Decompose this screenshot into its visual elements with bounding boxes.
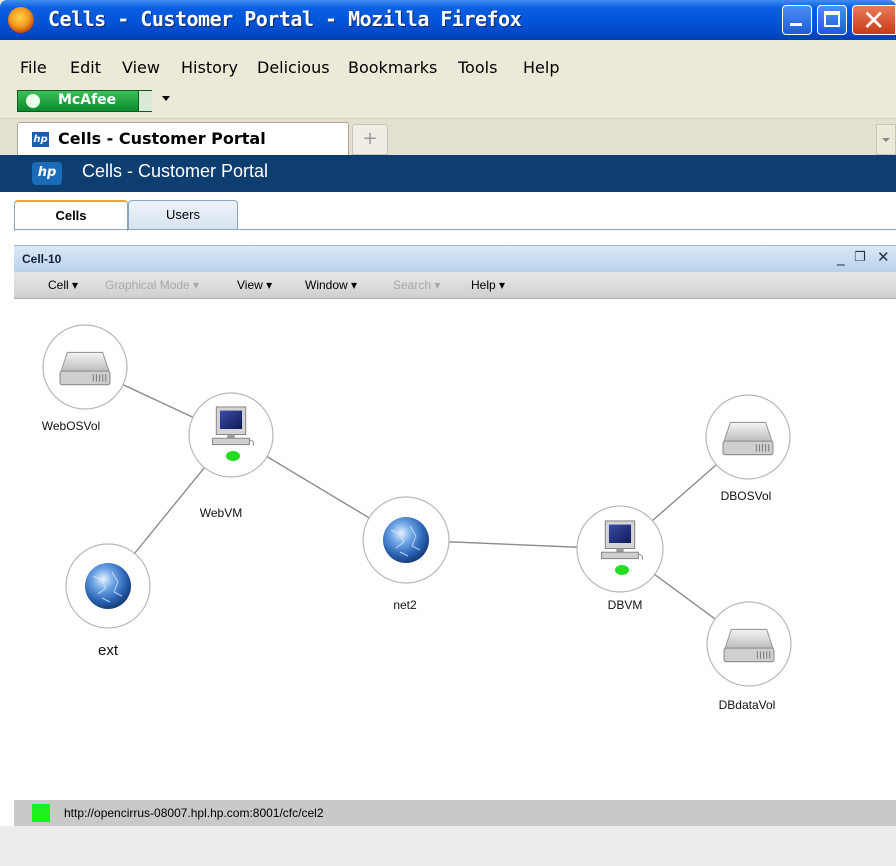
node-label: net2	[393, 598, 417, 612]
node-label: WebOSVol	[42, 419, 100, 433]
menu-tools[interactable]: Tools	[458, 58, 497, 77]
close-icon[interactable]: ✕	[877, 248, 890, 266]
status-bar: http://opencirrus-08007.hpl.hp.com:8001/…	[14, 800, 896, 826]
globe-icon	[84, 562, 132, 610]
node-DBVM[interactable]: DBVM	[576, 505, 664, 612]
menu-view[interactable]: View	[122, 58, 160, 77]
minimize-icon	[790, 23, 802, 26]
node-label: DBdataVol	[719, 698, 776, 712]
tab-users[interactable]: Users	[128, 200, 238, 230]
browser-tab-label: Cells - Customer Portal	[58, 129, 266, 148]
page-content: hp Cells - Customer Portal Cells Users C…	[0, 155, 896, 866]
topology-canvas[interactable]: WebOSVol WebVM ext net2 DBVM DBOSVol DBdataVol	[14, 299, 896, 799]
portal-header: hp Cells - Customer Portal	[0, 155, 896, 192]
menu-file[interactable]: File	[20, 58, 47, 77]
node-WebOSVol[interactable]: WebOSVol	[42, 324, 128, 433]
tab-cells[interactable]: Cells	[14, 200, 128, 231]
bottom-band	[0, 826, 896, 866]
window-title-bar[interactable]: Cells - Customer Portal - Mozilla Firefo…	[0, 0, 896, 40]
menu-delicious[interactable]: Delicious	[257, 58, 330, 77]
topology-graph: WebOSVol WebVM ext net2 DBVM DBOSVol DBdataVol	[42, 324, 792, 712]
node-WebVM[interactable]: WebVM	[188, 392, 274, 520]
chevron-down-icon	[882, 138, 890, 142]
node-ext[interactable]: ext	[65, 543, 151, 659]
tab-list-button[interactable]	[876, 124, 896, 155]
minimize-icon[interactable]: _	[837, 248, 845, 266]
node-label: DBOSVol	[721, 489, 772, 503]
hp-favicon-icon: hp	[32, 132, 49, 147]
close-icon: ✕	[862, 4, 886, 37]
menu-view[interactable]: View ▾	[237, 278, 272, 292]
mcafee-label: McAfee	[58, 92, 117, 108]
menu-bookmarks[interactable]: Bookmarks	[348, 58, 437, 77]
menu-bar: File Edit View History Delicious Bookmar…	[0, 40, 896, 82]
menu-help[interactable]: Help	[523, 58, 559, 77]
cell-window-title-bar[interactable]: Cell-10 _ ❐ ✕	[14, 245, 896, 272]
status-indicator	[32, 804, 50, 822]
menu-search: Search ▾	[393, 278, 441, 292]
cell-window-title: Cell-10	[22, 252, 62, 266]
menu-help[interactable]: Help ▾	[471, 278, 505, 292]
window-title: Cells - Customer Portal - Mozilla Firefo…	[48, 7, 522, 31]
node-label: WebVM	[200, 506, 242, 520]
globe-icon	[382, 516, 430, 564]
cell-menu-bar: Cell ▾ Graphical Mode ▾ View ▾ Window ▾ …	[14, 272, 896, 299]
chevron-down-icon[interactable]	[162, 96, 170, 101]
mcafee-shield-icon	[26, 94, 40, 108]
mcafee-button[interactable]: McAfee	[17, 90, 152, 112]
node-label: ext	[98, 642, 119, 659]
minimize-button[interactable]	[782, 5, 812, 35]
menu-cell[interactable]: Cell ▾	[48, 278, 78, 292]
browser-tab-active[interactable]: hp Cells - Customer Portal	[17, 122, 349, 155]
menu-window[interactable]: Window ▾	[305, 278, 357, 292]
status-dot-icon	[226, 451, 240, 461]
menu-graphical-mode: Graphical Mode ▾	[105, 278, 200, 292]
firefox-icon	[8, 7, 34, 33]
menu-edit[interactable]: Edit	[70, 58, 101, 77]
tab-divider	[14, 229, 896, 230]
maximize-button[interactable]	[817, 5, 847, 35]
close-button[interactable]: ✕	[852, 4, 896, 37]
restore-icon[interactable]: ❐	[854, 250, 866, 265]
portal-title: Cells - Customer Portal	[82, 161, 269, 181]
hp-logo: hp	[32, 162, 62, 185]
node-DBdataVol[interactable]: DBdataVol	[706, 601, 792, 712]
maximize-icon	[824, 11, 840, 27]
mcafee-dropdown[interactable]	[138, 91, 152, 111]
status-url: http://opencirrus-08007.hpl.hp.com:8001/…	[64, 806, 324, 820]
menu-history[interactable]: History	[181, 58, 238, 77]
disk-icon	[722, 421, 774, 456]
status-dot-icon	[615, 565, 629, 575]
node-DBOSVol[interactable]: DBOSVol	[705, 394, 791, 503]
node-label: DBVM	[608, 598, 643, 612]
new-tab-button[interactable]: +	[352, 124, 388, 155]
addon-toolbar: McAfee	[0, 82, 896, 119]
disk-icon	[723, 628, 775, 663]
browser-tab-strip: hp Cells - Customer Portal +	[0, 119, 896, 156]
disk-icon	[59, 351, 111, 386]
node-net2[interactable]: net2	[362, 496, 450, 612]
